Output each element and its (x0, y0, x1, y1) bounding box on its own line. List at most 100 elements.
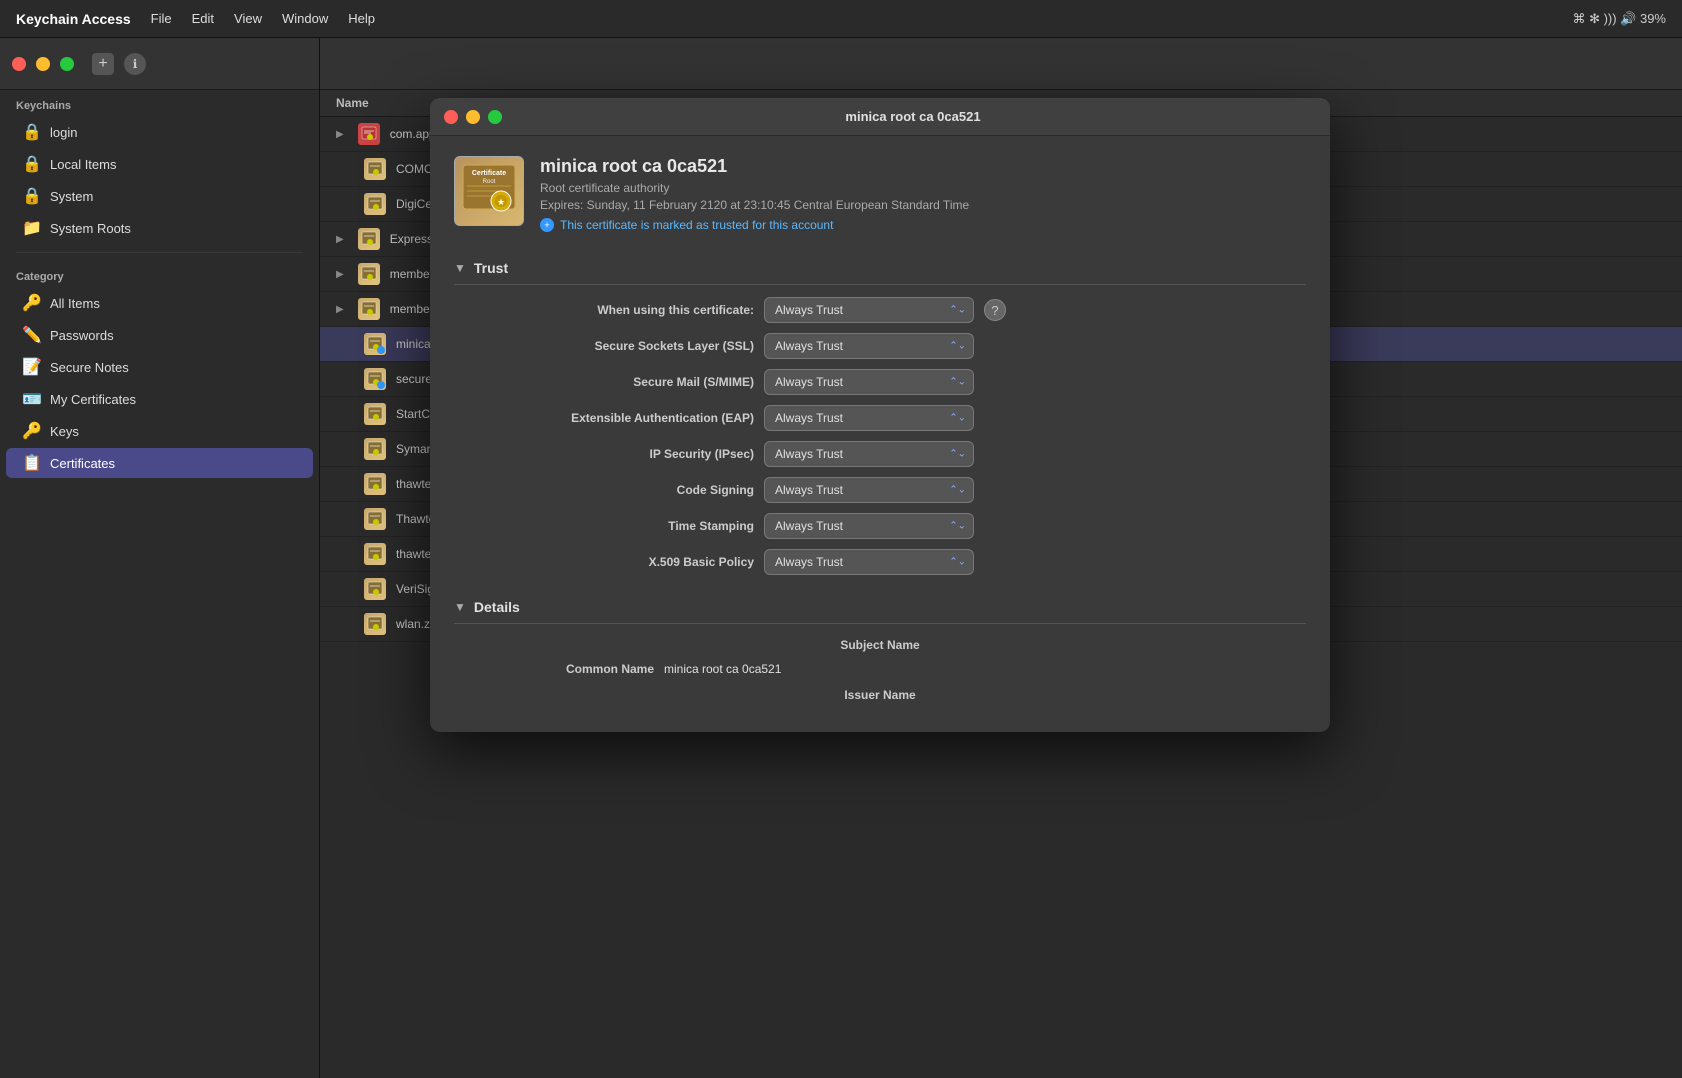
trust-section-arrow-icon: ▼ (454, 261, 466, 275)
traffic-light-maximize[interactable] (60, 57, 74, 71)
details-section-header[interactable]: ▼ Details (454, 591, 1306, 624)
eap-select[interactable]: Always Trust (764, 405, 974, 431)
code-signing-select-wrapper[interactable]: Always Trust (764, 477, 974, 503)
traffic-light-close[interactable] (12, 57, 26, 71)
x509-trust-row: X.509 Basic Policy Always Trust (454, 549, 1306, 575)
cert-icon (364, 193, 386, 215)
cert-icon (364, 508, 386, 530)
smime-select-wrapper[interactable]: Always Trust (764, 369, 974, 395)
smime-select[interactable]: Always Trust (764, 369, 974, 395)
ssl-select[interactable]: Always Trust (764, 333, 974, 359)
sidebar-item-certificates[interactable]: 📋 Certificates (6, 448, 313, 478)
cert-icon (358, 263, 380, 285)
blue-dot-icon (377, 381, 385, 389)
cert-trusted-status: + This certificate is marked as trusted … (540, 218, 969, 232)
sidebar-item-all-items[interactable]: 🔑 All Items (6, 288, 313, 318)
common-name-label: Common Name (454, 662, 654, 676)
when-using-label: When using this certificate: (454, 303, 754, 317)
sidebar-item-passwords[interactable]: ✏️ Passwords (6, 320, 313, 350)
cert-info-expires: Expires: Sunday, 11 February 2120 at 23:… (540, 198, 969, 212)
code-signing-trust-row: Code Signing Always Trust (454, 477, 1306, 503)
main-window: + ℹ Keychains 🔒 login 🔒 Local Items 🔒 Sy… (0, 38, 1682, 1078)
sidebar-item-secure-notes[interactable]: 📝 Secure Notes (6, 352, 313, 382)
add-keychain-button[interactable]: + (92, 53, 114, 75)
category-section-label: Category (0, 261, 319, 287)
sidebar-item-login[interactable]: 🔒 login (6, 117, 313, 147)
eap-select-wrapper[interactable]: Always Trust (764, 405, 974, 431)
menu-window[interactable]: Window (282, 11, 328, 26)
traffic-light-minimize[interactable] (36, 57, 50, 71)
ipsec-select-wrapper[interactable]: Always Trust (764, 441, 974, 467)
trust-badge-icon: + (540, 218, 554, 232)
cert-icon (364, 578, 386, 600)
ssl-label: Secure Sockets Layer (SSL) (454, 339, 754, 353)
expand-arrow-icon: ▶ (336, 269, 344, 280)
dialog-close-button[interactable] (444, 110, 458, 124)
ipsec-trust-row: IP Security (IPsec) Always Trust (454, 441, 1306, 467)
cert-icon (364, 368, 386, 390)
ipsec-label: IP Security (IPsec) (454, 447, 754, 461)
when-using-row: When using this certificate: Always Trus… (454, 297, 1306, 323)
sidebar-item-local-items[interactable]: 🔒 Local Items (6, 149, 313, 179)
sidebar-item-label: All Items (50, 296, 100, 311)
sidebar-item-keys[interactable]: 🔑 Keys (6, 416, 313, 446)
ssl-select-wrapper[interactable]: Always Trust (764, 333, 974, 359)
info-button[interactable]: ℹ (124, 53, 146, 75)
expand-arrow-icon: ▶ (336, 234, 344, 245)
cert-info: minica root ca 0ca521 Root certificate a… (540, 156, 969, 232)
trust-section-header[interactable]: ▼ Trust (454, 252, 1306, 285)
dialog-minimize-button[interactable] (466, 110, 480, 124)
menu-bar-icons: ⌘ ✻ ))) 🔊 39% (1572, 11, 1666, 27)
menu-bar: Keychain Access File Edit View Window He… (0, 0, 1682, 38)
cert-info-title: minica root ca 0ca521 (540, 156, 969, 177)
time-stamping-label: Time Stamping (454, 519, 754, 533)
when-using-select-wrapper[interactable]: Always Trust (764, 297, 974, 323)
cert-icon (364, 543, 386, 565)
svg-text:Certificate: Certificate (472, 170, 506, 177)
sidebar-item-system-roots[interactable]: 📁 System Roots (6, 213, 313, 243)
expand-arrow-icon: ▶ (336, 304, 344, 315)
cert-icon (364, 438, 386, 460)
cert-icon (364, 613, 386, 635)
expand-arrow-icon: ▶ (336, 129, 344, 140)
sidebar-item-system[interactable]: 🔒 System (6, 181, 313, 211)
time-stamping-select[interactable]: Always Trust (764, 513, 974, 539)
common-name-value: minica root ca 0ca521 (664, 662, 781, 676)
issuer-name-label: Issuer Name (844, 688, 915, 702)
notes-icon: 📝 (22, 357, 42, 377)
time-stamping-select-wrapper[interactable]: Always Trust (764, 513, 974, 539)
when-using-select[interactable]: Always Trust (764, 297, 974, 323)
subject-name-label: Subject Name (840, 638, 919, 652)
code-signing-select[interactable]: Always Trust (764, 477, 974, 503)
keys-icon: 🔑 (22, 421, 42, 441)
cert-icon (364, 158, 386, 180)
code-signing-label: Code Signing (454, 483, 754, 497)
help-button[interactable]: ? (984, 299, 1006, 321)
ipsec-select[interactable]: Always Trust (764, 441, 974, 467)
sidebar-item-label: Local Items (50, 157, 116, 172)
time-stamping-trust-row: Time Stamping Always Trust (454, 513, 1306, 539)
cert-info-type: Root certificate authority (540, 181, 969, 195)
cert-trusted-text: This certificate is marked as trusted fo… (560, 218, 833, 232)
content-toolbar (320, 38, 1682, 90)
svg-text:★: ★ (497, 197, 505, 207)
sidebar-toolbar: + ℹ (0, 38, 319, 90)
cert-icon (364, 403, 386, 425)
menu-help[interactable]: Help (348, 11, 375, 26)
details-section-arrow-icon: ▼ (454, 600, 466, 614)
x509-select[interactable]: Always Trust (764, 549, 974, 575)
cert-header: Certificate Root ★ minica root ca 0ca521… (454, 156, 1306, 232)
menu-edit[interactable]: Edit (192, 11, 214, 26)
dialog-zoom-button[interactable] (488, 110, 502, 124)
common-name-row: Common Name minica root ca 0ca521 (454, 662, 1306, 676)
sidebar-item-my-certificates[interactable]: 🪪 My Certificates (6, 384, 313, 414)
sidebar-item-label: Secure Notes (50, 360, 129, 375)
header-name: Name (336, 96, 369, 110)
x509-select-wrapper[interactable]: Always Trust (764, 549, 974, 575)
menu-view[interactable]: View (234, 11, 262, 26)
sidebar-item-label: login (50, 125, 77, 140)
cert-icon (358, 228, 380, 250)
passwords-icon: ✏️ (22, 325, 42, 345)
issuer-name-heading: Issuer Name (454, 686, 1306, 704)
menu-file[interactable]: File (151, 11, 172, 26)
